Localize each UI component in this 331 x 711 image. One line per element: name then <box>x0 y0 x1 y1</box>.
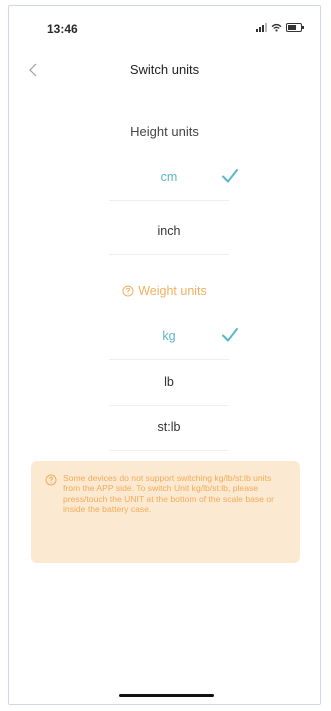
divider <box>109 359 229 360</box>
divider <box>109 254 229 255</box>
option-label: cm <box>160 170 178 184</box>
option-lb[interactable]: lb <box>109 361 229 406</box>
option-label: kg <box>162 329 176 343</box>
battery-icon <box>286 23 304 32</box>
weight-units-title: Weight units <box>9 284 320 298</box>
option-inch[interactable]: inch <box>109 210 229 255</box>
checkmark-icon <box>222 328 238 342</box>
signal-icon <box>256 23 267 32</box>
notice-text: Some devices do not support switching kg… <box>63 473 274 515</box>
status-icons <box>256 23 304 32</box>
info-circle-icon <box>122 285 134 297</box>
option-label: st:lb <box>157 420 181 434</box>
divider <box>109 450 229 451</box>
nav-bar: Switch units <box>9 58 320 88</box>
option-stlb[interactable]: st:lb <box>109 406 229 451</box>
page-title: Switch units <box>129 62 200 77</box>
divider <box>109 200 229 201</box>
phone-screen: 13:46 Switch units Height units cm inch … <box>8 5 321 705</box>
option-kg[interactable]: kg <box>109 315 238 360</box>
unit-switch-notice: Some devices do not support switching kg… <box>31 461 300 563</box>
weight-units-label: Weight units <box>138 284 207 298</box>
home-indicator[interactable] <box>119 694 214 697</box>
wifi-icon <box>271 23 282 32</box>
status-time: 13:46 <box>47 22 78 36</box>
info-circle-icon <box>45 474 57 486</box>
status-bar: 13:46 <box>9 6 320 46</box>
option-label: lb <box>164 375 174 389</box>
option-cm[interactable]: cm <box>109 156 238 201</box>
option-label: inch <box>157 224 181 238</box>
height-units-title: Height units <box>130 124 199 139</box>
checkmark-icon <box>222 169 238 183</box>
